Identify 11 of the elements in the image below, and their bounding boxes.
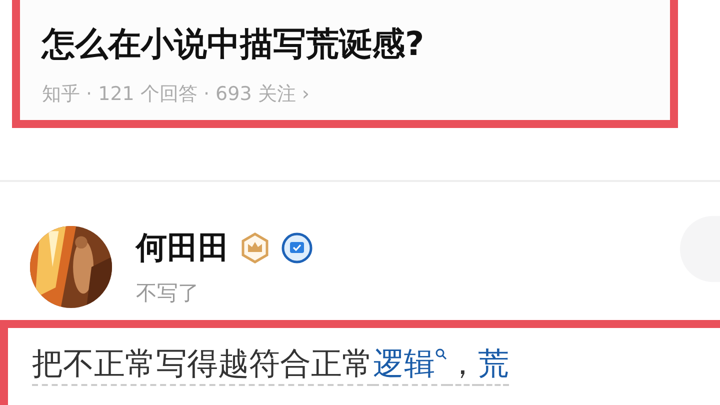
answer-text: 把不正常写得越符合正常逻辑 ，荒 — [32, 344, 720, 386]
keyword-link[interactable]: 荒 — [478, 344, 509, 386]
question-title: 怎么在小说中描写荒诞感? — [42, 23, 426, 65]
search-icon — [435, 348, 447, 360]
keyword-link[interactable]: 逻辑 — [373, 344, 447, 386]
question-card[interactable]: 怎么在小说中描写荒诞感? 知乎 · 121 个回答 · 693 关注 › — [12, 0, 678, 128]
question-meta: 知乎 · 121 个回答 · 693 关注 › — [42, 82, 310, 107]
crown-badge-icon — [239, 232, 271, 264]
author-bio: 不写了 — [136, 280, 200, 307]
verified-badge-icon — [281, 232, 313, 264]
author-name[interactable]: 何田田 — [136, 227, 229, 269]
